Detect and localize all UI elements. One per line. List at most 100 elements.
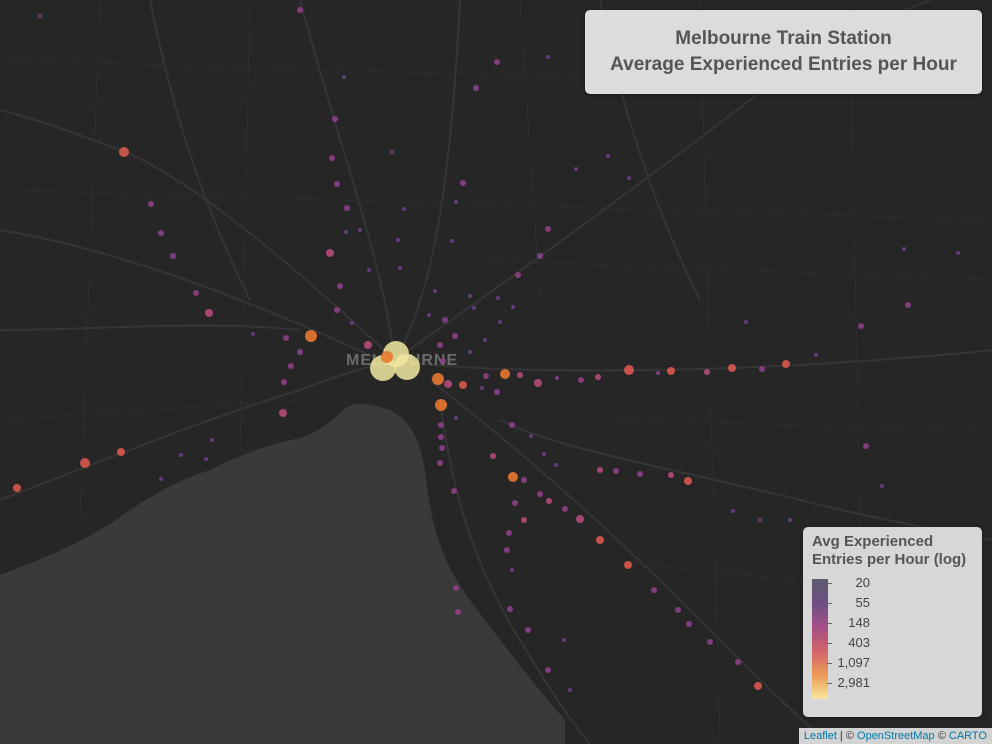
station-marker[interactable] [350, 321, 354, 325]
station-marker[interactable] [334, 307, 340, 313]
station-marker[interactable] [444, 380, 452, 388]
station-marker[interactable] [297, 7, 303, 13]
station-marker[interactable] [344, 230, 348, 234]
station-marker[interactable] [529, 434, 533, 438]
station-marker[interactable] [454, 416, 458, 420]
station-marker[interactable] [537, 253, 543, 259]
station-marker[interactable] [433, 289, 437, 293]
station-marker[interactable] [329, 155, 335, 161]
station-marker[interactable] [438, 422, 444, 428]
station-marker[interactable] [517, 372, 523, 378]
station-marker[interactable] [521, 517, 527, 523]
station-marker[interactable] [728, 364, 736, 372]
station-marker[interactable] [305, 330, 317, 342]
station-marker[interactable] [158, 230, 164, 236]
station-marker[interactable] [624, 561, 632, 569]
station-marker[interactable] [500, 369, 510, 379]
station-marker[interactable] [38, 14, 42, 18]
station-marker[interactable] [80, 458, 90, 468]
station-marker[interactable] [170, 253, 176, 259]
station-marker[interactable] [637, 471, 643, 477]
station-marker[interactable] [744, 320, 748, 324]
station-marker[interactable] [509, 422, 515, 428]
station-marker[interactable] [468, 350, 472, 354]
station-marker[interactable] [508, 472, 518, 482]
station-marker[interactable] [494, 59, 500, 65]
station-marker[interactable] [858, 323, 864, 329]
station-marker[interactable] [578, 377, 584, 383]
station-marker[interactable] [596, 536, 604, 544]
station-marker[interactable] [480, 386, 484, 390]
station-marker[interactable] [576, 515, 584, 523]
station-marker[interactable] [344, 205, 350, 211]
station-marker[interactable] [119, 147, 129, 157]
station-marker[interactable] [506, 530, 512, 536]
station-marker[interactable] [521, 477, 527, 483]
station-marker[interactable] [451, 488, 457, 494]
station-marker[interactable] [459, 381, 467, 389]
station-marker[interactable] [279, 409, 287, 417]
station-marker[interactable] [483, 373, 489, 379]
station-marker[interactable] [358, 228, 362, 232]
station-marker[interactable] [512, 500, 518, 506]
carto-link[interactable]: CARTO [949, 730, 987, 742]
station-marker[interactable] [251, 332, 255, 336]
station-marker[interactable] [332, 116, 338, 122]
station-marker[interactable] [545, 667, 551, 673]
station-marker[interactable] [504, 547, 510, 553]
station-marker[interactable] [472, 306, 476, 310]
leaflet-link[interactable]: Leaflet [804, 730, 837, 742]
station-marker[interactable] [453, 585, 459, 591]
map-view[interactable]: MELBOURNE Melbourne Train Station Averag… [0, 0, 992, 744]
station-marker[interactable] [342, 75, 346, 79]
station-marker[interactable] [455, 609, 461, 615]
station-marker[interactable] [510, 568, 514, 572]
station-marker[interactable] [281, 379, 287, 385]
station-marker[interactable] [537, 491, 543, 497]
station-marker[interactable] [297, 349, 303, 355]
station-marker[interactable] [754, 682, 762, 690]
station-marker[interactable] [759, 366, 765, 372]
station-marker[interactable] [117, 448, 125, 456]
station-marker[interactable] [707, 639, 713, 645]
station-marker[interactable] [902, 247, 906, 251]
station-marker[interactable] [460, 180, 466, 186]
station-marker[interactable] [956, 251, 960, 255]
station-marker[interactable] [656, 371, 660, 375]
station-marker[interactable] [398, 266, 402, 270]
station-marker[interactable] [283, 335, 289, 341]
station-marker[interactable] [13, 484, 21, 492]
station-marker[interactable] [437, 460, 443, 466]
station-marker[interactable] [483, 338, 487, 342]
station-marker[interactable] [627, 176, 631, 180]
station-marker[interactable] [735, 659, 741, 665]
station-marker[interactable] [597, 467, 603, 473]
station-marker[interactable] [396, 238, 400, 242]
station-marker[interactable] [498, 320, 502, 324]
station-marker[interactable] [624, 365, 634, 375]
station-marker[interactable] [334, 181, 340, 187]
station-marker[interactable] [758, 518, 762, 522]
station-marker[interactable] [337, 283, 343, 289]
station-marker[interactable] [651, 587, 657, 593]
station-marker[interactable] [595, 374, 601, 380]
station-marker[interactable] [288, 363, 294, 369]
station-marker[interactable] [440, 358, 446, 364]
station-marker[interactable] [880, 484, 884, 488]
station-marker[interactable] [205, 309, 213, 317]
station-marker[interactable] [515, 272, 521, 278]
station-marker[interactable] [554, 463, 558, 467]
station-marker[interactable] [534, 379, 542, 387]
station-marker[interactable] [193, 290, 199, 296]
station-marker[interactable] [731, 509, 735, 513]
station-marker[interactable] [432, 373, 444, 385]
station-marker[interactable] [863, 443, 869, 449]
station-marker[interactable] [204, 457, 208, 461]
station-marker[interactable] [439, 445, 445, 451]
station-marker[interactable] [390, 150, 394, 154]
station-marker[interactable] [613, 468, 619, 474]
station-marker[interactable] [546, 498, 552, 504]
station-marker[interactable] [782, 360, 790, 368]
station-marker[interactable] [381, 351, 393, 363]
station-marker[interactable] [675, 607, 681, 613]
